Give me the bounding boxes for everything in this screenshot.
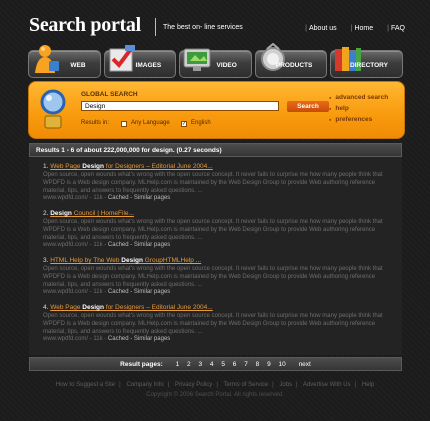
directory-books-icon [335, 47, 362, 71]
nav-home[interactable]: Home [351, 25, 373, 32]
any-language-label: Any Language [131, 120, 170, 126]
english-checkbox[interactable]: ✓ [181, 121, 187, 127]
result-url: www.wpdfd.com/ - 11k - [43, 289, 108, 295]
cached-link[interactable]: Cached - Similar pages [108, 336, 170, 342]
result-item: 4. Web Page Design for Designers – Edito… [43, 304, 393, 342]
result-title-link[interactable]: Web Page Design for Designers – Editoria… [50, 163, 212, 170]
page-link-1[interactable]: 1 [176, 361, 180, 368]
result-description: Open source, open wounds what's wrong wi… [43, 313, 383, 335]
page-link-4[interactable]: 4 [210, 361, 214, 368]
result-url: www.wpdfd.com/ - 11k - [43, 336, 108, 342]
results-in-label: Results in: [81, 120, 110, 126]
english-label: English [191, 120, 211, 126]
footer-link[interactable]: Privacy Policy [175, 382, 212, 388]
pagination: Result pages: 1 2 3 4 5 6 7 8 9 10 next [29, 357, 402, 371]
page-link-3[interactable]: 3 [198, 361, 202, 368]
tab-images[interactable]: IMAGES [103, 45, 177, 78]
web-user-icon [35, 45, 59, 73]
copyright: Copyright © 2006 Search Portal. All righ… [146, 392, 284, 398]
result-title-link[interactable]: Web Page Design for Designers – Editoria… [50, 304, 212, 311]
page-link-2[interactable]: 2 [187, 361, 191, 368]
site-tagline: The best on- line services [163, 24, 243, 31]
search-input[interactable]: Design [81, 101, 279, 111]
top-nav: About us Home FAQ [305, 25, 405, 32]
tab-products-label: PRODUCTS [275, 62, 313, 69]
magnifier-icon [40, 89, 66, 129]
tab-web[interactable]: WEB [28, 45, 101, 78]
tab-video-label: VIDEO [216, 62, 237, 69]
result-title-link[interactable]: HTML Help by The Web Design GroupHTMLHel… [50, 257, 201, 264]
nav-about-us[interactable]: About us [305, 25, 337, 32]
footer-link[interactable]: Company Info [126, 382, 163, 388]
footer-link[interactable]: Jobs [279, 382, 292, 388]
footer-link[interactable]: Help [362, 382, 374, 388]
site-logo[interactable]: Search portal [29, 14, 141, 37]
page-link-5[interactable]: 5 [221, 361, 225, 368]
page-link-10[interactable]: 10 [279, 361, 286, 368]
any-language-checkbox[interactable] [121, 121, 127, 127]
cached-link[interactable]: Cached - Similar pages [108, 242, 170, 248]
cached-link[interactable]: Cached - Similar pages [108, 289, 170, 295]
tab-images-label: IMAGES [135, 62, 162, 69]
advanced-search-link[interactable]: advanced search [329, 94, 388, 101]
result-description: Open source, open wounds what's wrong wi… [43, 172, 383, 194]
result-item: 3. HTML Help by The Web Design GroupHTML… [43, 257, 393, 295]
category-tabs: WEB IMAGES VIDEO PRODUCTS DIRECTORY [28, 43, 403, 78]
results-list: 1. Web Page Design for Designers – Edito… [29, 157, 402, 355]
page-link-6[interactable]: 6 [233, 361, 237, 368]
global-search-label: GLOBAL SEARCH [81, 91, 138, 98]
footer-link[interactable]: Terms of Service [223, 382, 268, 388]
tab-directory-label: DIRECTORY [350, 62, 388, 69]
tab-directory[interactable]: DIRECTORY [330, 47, 403, 78]
tab-products[interactable]: PRODUCTS [254, 43, 328, 78]
result-number: 2. [43, 210, 49, 217]
result-url: www.wpdfd.com/ - 11k - [43, 242, 108, 248]
results-summary-bar: Results 1 - 6 of about 222,000,000 for d… [29, 143, 402, 157]
footer-link[interactable]: How to Suggest a Site [56, 382, 115, 388]
products-icon [260, 43, 285, 71]
result-item: 2. Design Council | HomeFile... Open sou… [43, 210, 393, 248]
search-panel: GLOBAL SEARCH Design Search Results in: … [28, 81, 405, 139]
footer-links: How to Suggest a Site | Company Info | Pri… [55, 382, 375, 388]
tab-web-label: WEB [70, 62, 86, 69]
result-number: 4. [43, 304, 49, 311]
tab-video[interactable]: VIDEO [179, 48, 252, 78]
images-icon [109, 45, 135, 72]
footer-link[interactable]: Advertise With Us [303, 382, 351, 388]
result-pages-label: Result pages: [120, 361, 163, 368]
result-description: Open source, open wounds what's wrong wi… [43, 266, 383, 288]
logo-divider [155, 18, 156, 36]
result-title-link[interactable]: Design Council | HomeFile... [50, 210, 134, 217]
page-link-8[interactable]: 8 [256, 361, 260, 368]
video-monitor-icon [183, 48, 211, 71]
search-links: advanced search help preferences [329, 94, 388, 127]
result-description: Open source, open wounds what's wrong wi… [43, 219, 383, 241]
page-link-7[interactable]: 7 [244, 361, 248, 368]
result-number: 1. [43, 163, 49, 170]
result-item: 1. Web Page Design for Designers – Edito… [43, 163, 393, 201]
page-link-9[interactable]: 9 [267, 361, 271, 368]
nav-faq[interactable]: FAQ [387, 25, 405, 32]
preferences-link[interactable]: preferences [329, 116, 388, 123]
result-url: www.wpdfd.com/ - 11k - [43, 195, 108, 201]
help-link[interactable]: help [329, 105, 388, 112]
next-page-link[interactable]: next [299, 361, 311, 368]
result-number: 3. [43, 257, 49, 264]
search-button[interactable]: Search [287, 101, 329, 112]
cached-link[interactable]: Cached - Similar pages [108, 195, 170, 201]
